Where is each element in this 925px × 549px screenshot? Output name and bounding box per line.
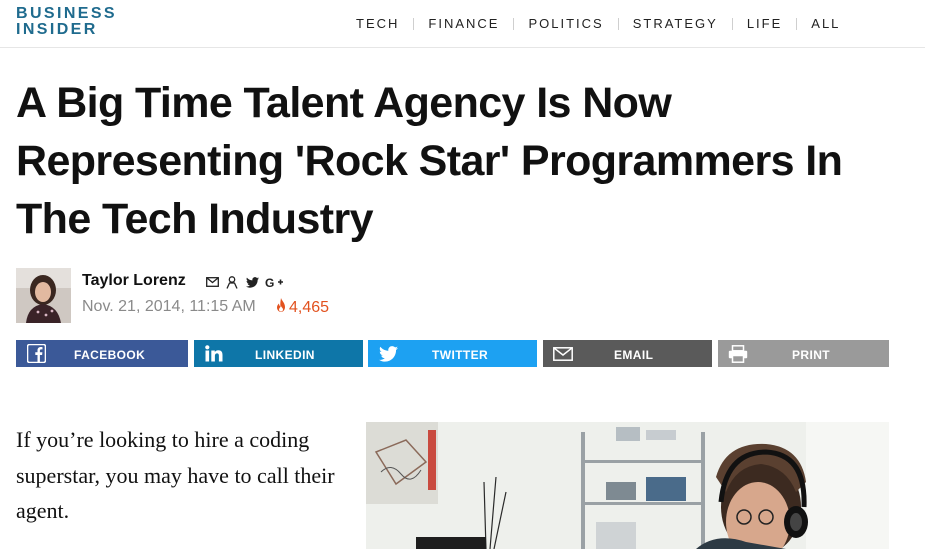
user-icon[interactable] <box>225 275 239 289</box>
share-linkedin-button[interactable]: LINKEDIN <box>194 340 363 367</box>
nav-divider <box>731 17 733 30</box>
share-print-button[interactable]: PRINT <box>718 340 889 367</box>
author-avatar[interactable] <box>16 268 71 323</box>
mail-icon[interactable] <box>205 275 219 289</box>
logo-line-2: INSIDER <box>16 21 98 38</box>
share-print-label: PRINT <box>792 348 830 362</box>
nav-divider <box>617 17 619 30</box>
share-facebook-button[interactable]: FACEBOOK <box>16 340 188 367</box>
nav-divider <box>796 17 798 30</box>
svg-text:G: G <box>265 276 274 288</box>
logo-line-1: BUSINESS <box>16 5 117 22</box>
publish-date: Nov. 21, 2014, 11:15 AM <box>82 298 256 315</box>
article-photo[interactable] <box>366 422 889 549</box>
twitter-icon[interactable] <box>245 275 259 289</box>
view-count: 4,465 <box>276 298 329 317</box>
nav-divider <box>513 17 515 30</box>
linkedin-icon <box>204 344 224 363</box>
flame-icon <box>276 298 286 317</box>
nav-item-strategy[interactable]: STRATEGY <box>633 16 718 31</box>
share-linkedin-label: LINKEDIN <box>255 348 315 362</box>
nav-item-politics[interactable]: POLITICS <box>528 16 603 31</box>
site-logo[interactable]: BUSINESS INSIDER <box>16 6 117 38</box>
facebook-icon <box>26 344 46 363</box>
nav-item-tech[interactable]: TECH <box>356 16 399 31</box>
view-count-value: 4,465 <box>289 298 330 316</box>
main-nav: TECH FINANCE POLITICS STRATEGY LIFE ALL <box>356 16 840 31</box>
nav-item-life[interactable]: LIFE <box>747 16 782 31</box>
share-twitter-label: TWITTER <box>432 348 489 362</box>
twitter-icon <box>378 344 398 363</box>
mail-icon <box>553 344 573 363</box>
nav-divider <box>413 17 415 30</box>
share-email-label: EMAIL <box>614 348 654 362</box>
article-lede: If you’re looking to hire a coding super… <box>16 427 335 523</box>
share-email-button[interactable]: EMAIL <box>543 340 712 367</box>
article-headline: A Big Time Talent Agency Is Now Represen… <box>16 79 843 243</box>
site-header: BUSINESS INSIDER TECH FINANCE POLITICS S… <box>0 0 925 48</box>
nav-item-all[interactable]: ALL <box>811 16 840 31</box>
share-facebook-label: FACEBOOK <box>74 348 146 362</box>
nav-item-finance[interactable]: FINANCE <box>428 16 499 31</box>
google-plus-icon[interactable]: G <box>265 275 283 289</box>
share-twitter-button[interactable]: TWITTER <box>368 340 537 367</box>
author-name[interactable]: Taylor Lorenz <box>82 272 186 290</box>
printer-icon <box>728 344 748 363</box>
author-social-links: G <box>205 275 283 289</box>
